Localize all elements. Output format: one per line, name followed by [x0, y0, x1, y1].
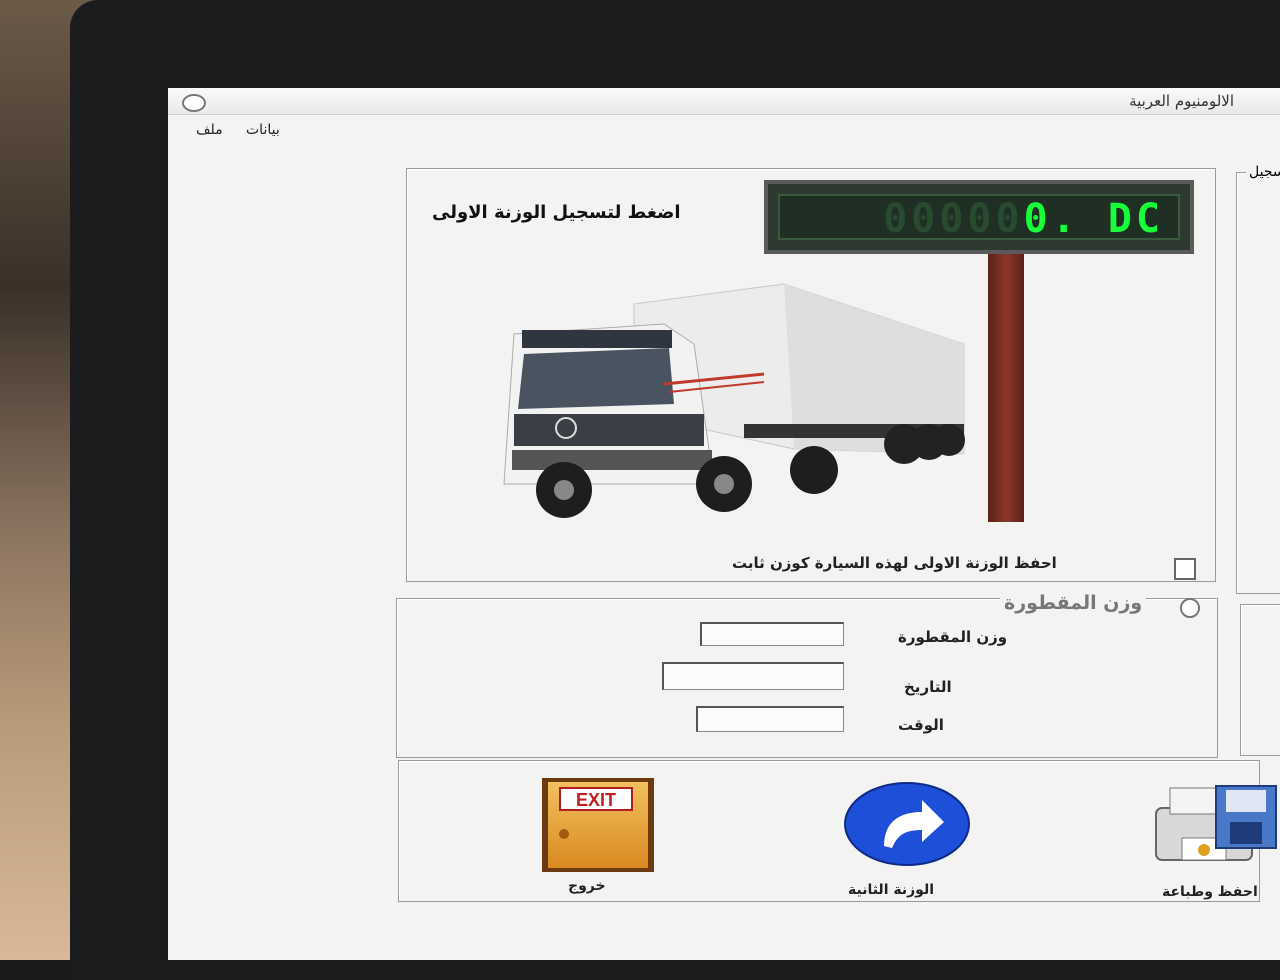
side-panel: [1236, 172, 1280, 594]
trailer-weight-field-label: وزن المقطورة: [898, 628, 1008, 646]
scale-level-bar: [988, 254, 1024, 522]
title-bar: الالومنيوم العربية: [168, 88, 1280, 115]
time-field[interactable]: [696, 706, 844, 732]
redo-arrow-icon: [844, 782, 970, 866]
app-window: الالومنيوم العربية ملف بيانات سجيل اضغط …: [168, 88, 1280, 960]
window-control-icon[interactable]: [182, 94, 206, 112]
menu-bar: ملف بيانات: [168, 116, 1280, 142]
exit-sign-text: EXIT: [576, 790, 616, 810]
trailer-weight-legend: وزن المقطورة: [1000, 592, 1147, 614]
window-title: الالومنيوم العربية: [1129, 92, 1234, 110]
side-panel-2: [1240, 604, 1280, 756]
exit-button[interactable]: EXIT: [540, 778, 656, 872]
action-buttons-panel: [398, 760, 1260, 902]
save-print-icon: [1155, 785, 1277, 861]
exit-door-icon: EXIT: [542, 778, 654, 872]
display-ghost-digits: 00000: [883, 196, 1024, 242]
display-value: 0. DC: [1023, 196, 1164, 242]
exit-button-label: خروج: [568, 878, 606, 894]
first-weight-prompt[interactable]: اضغط لتسجيل الوزنة الاولى: [432, 202, 681, 223]
trailer-weight-radio[interactable]: [1180, 598, 1200, 618]
truck-image: [503, 283, 965, 518]
side-panel-label: سجيل: [1246, 164, 1280, 180]
save-print-label: احفظ وطباعة: [1162, 884, 1258, 900]
fixed-weight-checkbox[interactable]: [1174, 558, 1196, 580]
trailer-weight-field[interactable]: [700, 622, 844, 646]
fixed-weight-label: احفظ الوزنة الاولى لهذه السيارة كوزن ثاب…: [732, 554, 1057, 572]
second-weight-label: الوزنة الثانية: [848, 882, 935, 898]
weight-display: 000000. DC: [764, 180, 1194, 254]
save-print-button[interactable]: [1152, 782, 1280, 878]
menu-data[interactable]: بيانات: [246, 122, 280, 138]
second-weight-button[interactable]: [844, 782, 970, 866]
date-field[interactable]: [662, 662, 844, 690]
time-field-label: الوقت: [898, 716, 944, 734]
menu-file[interactable]: ملف: [196, 122, 223, 138]
date-field-label: التاريخ: [904, 678, 952, 696]
